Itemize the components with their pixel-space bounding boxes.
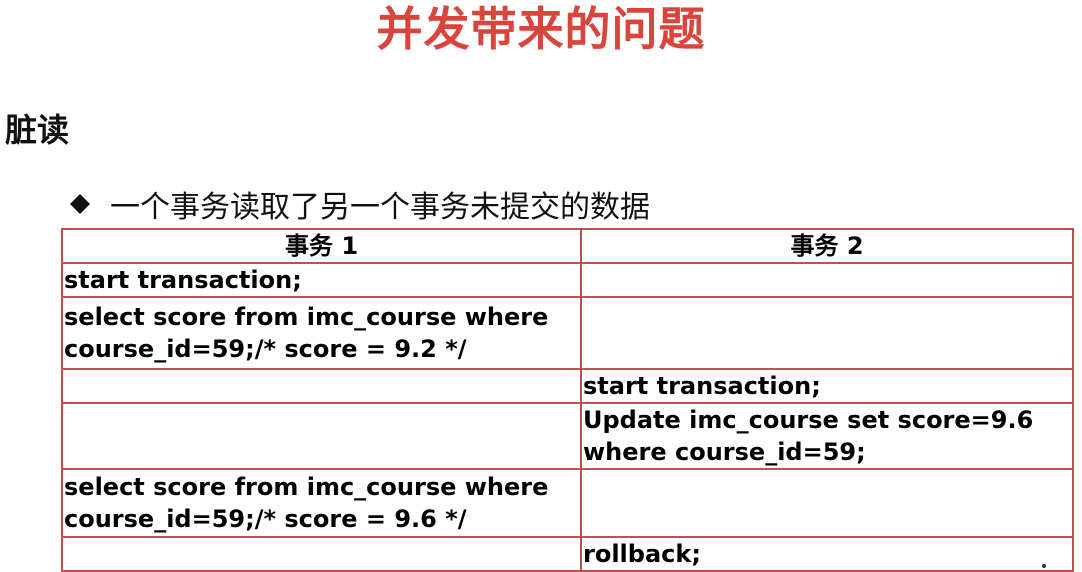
table-cell bbox=[580, 262, 1074, 298]
table-cell: select score from imc_course where cours… bbox=[61, 468, 582, 538]
table-row: select score from imc_course where cours… bbox=[61, 468, 1074, 538]
slide: 并发带来的问题 脏读 一个事务读取了另一个事务未提交的数据 事务 1 事务 2 … bbox=[0, 0, 1082, 572]
table-cell bbox=[580, 468, 1074, 538]
table-row: start transaction; bbox=[61, 368, 1074, 404]
diamond-bullet-icon bbox=[70, 194, 90, 214]
column-header-transaction-1: 事务 1 bbox=[61, 228, 582, 264]
table-row: start transaction; bbox=[61, 262, 1074, 298]
table-cell: rollback; bbox=[580, 536, 1074, 572]
table-row: Update imc_course set score=9.6 where co… bbox=[61, 402, 1074, 470]
table-cell: Update imc_course set score=9.6 where co… bbox=[580, 402, 1074, 470]
table-cell: start transaction; bbox=[61, 262, 582, 298]
column-header-transaction-2: 事务 2 bbox=[580, 228, 1074, 264]
table-cell bbox=[61, 536, 582, 572]
table-cell: select score from imc_course where cours… bbox=[61, 296, 582, 370]
bullet-point: 一个事务读取了另一个事务未提交的数据 bbox=[68, 182, 650, 226]
corner-dot bbox=[1042, 564, 1046, 568]
table-cell bbox=[61, 368, 582, 404]
table-row: select score from imc_course where cours… bbox=[61, 296, 1074, 370]
table-cell bbox=[61, 402, 582, 470]
table-cell: start transaction; bbox=[580, 368, 1074, 404]
section-heading: 脏读 bbox=[5, 111, 70, 149]
table-cell bbox=[580, 296, 1074, 370]
transaction-table: 事务 1 事务 2 start transaction; select scor… bbox=[61, 228, 1074, 572]
table-header-row: 事务 1 事务 2 bbox=[61, 228, 1074, 264]
slide-title: 并发带来的问题 bbox=[376, 2, 706, 56]
bullet-text: 一个事务读取了另一个事务未提交的数据 bbox=[110, 190, 650, 225]
table-row: rollback; bbox=[61, 536, 1074, 572]
